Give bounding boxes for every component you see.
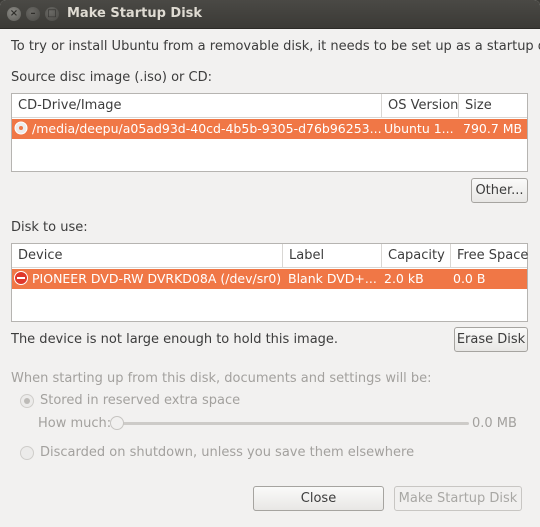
disc-icon xyxy=(14,121,30,138)
how-much-value: 0.0 MB xyxy=(472,416,517,431)
column-header-os-version[interactable]: OS Version xyxy=(382,94,459,118)
stored-option-label: Stored in reserved extra space xyxy=(40,393,241,408)
column-header-capacity[interactable]: Capacity xyxy=(382,244,451,268)
make-startup-disk-button[interactable]: Make Startup Disk xyxy=(394,486,522,511)
column-header-label[interactable]: Label xyxy=(283,244,382,268)
how-much-slider[interactable] xyxy=(117,422,469,425)
disk-list[interactable]: Device Label Capacity Free Space PIONEER… xyxy=(11,243,528,322)
source-size: 790.7 MB xyxy=(463,121,523,136)
disk-device: PIONEER DVD-RW DVRKD08A (/dev/sr0) xyxy=(32,271,282,286)
minimize-window-icon[interactable]: – xyxy=(26,7,40,21)
how-much-label: How much: xyxy=(38,416,112,431)
source-image-path: /media/deepu/a05ad93d-40cd-4b5b-9305-d76… xyxy=(32,121,382,136)
disk-free-space: 0.0 B xyxy=(453,271,486,286)
column-header-size[interactable]: Size xyxy=(459,94,527,118)
erase-disk-button[interactable]: Erase Disk xyxy=(454,327,528,352)
no-entry-icon xyxy=(14,271,30,288)
disk-row[interactable]: PIONEER DVD-RW DVRKD08A (/dev/sr0) Blank… xyxy=(12,269,527,289)
intro-text: To try or install Ubuntu from a removabl… xyxy=(11,39,540,54)
disk-label: Disk to use: xyxy=(11,220,88,235)
options-heading: When starting up from this disk, documen… xyxy=(11,371,432,386)
disk-label-value: Blank DVD+... xyxy=(288,271,377,286)
disk-capacity: 2.0 kB xyxy=(384,271,424,286)
source-image-list[interactable]: CD-Drive/Image OS Version Size /media/de… xyxy=(11,93,528,172)
column-header-free-space[interactable]: Free Space xyxy=(451,244,528,268)
column-header-cd-drive[interactable]: CD-Drive/Image xyxy=(12,94,382,118)
source-label: Source disc image (.iso) or CD: xyxy=(11,70,212,85)
discarded-option-label: Discarded on shutdown, unless you save t… xyxy=(40,445,415,460)
stored-radio[interactable] xyxy=(20,394,34,408)
close-window-icon[interactable]: × xyxy=(7,7,21,21)
how-much-slider-handle[interactable] xyxy=(110,416,124,430)
window-title: Make Startup Disk xyxy=(67,6,203,21)
close-button[interactable]: Close xyxy=(253,486,384,511)
column-header-device[interactable]: Device xyxy=(12,244,283,268)
maximize-window-icon[interactable]: □ xyxy=(45,7,59,21)
make-startup-disk-window: × – □ Make Startup Disk To try or instal… xyxy=(0,0,540,527)
other-button[interactable]: Other... xyxy=(471,178,528,203)
discarded-radio[interactable] xyxy=(20,446,34,460)
source-os-version: Ubuntu 1... xyxy=(384,121,454,136)
device-warning: The device is not large enough to hold t… xyxy=(11,332,339,347)
title-bar: × – □ Make Startup Disk xyxy=(0,0,540,29)
source-row[interactable]: /media/deepu/a05ad93d-40cd-4b5b-9305-d76… xyxy=(12,119,527,139)
